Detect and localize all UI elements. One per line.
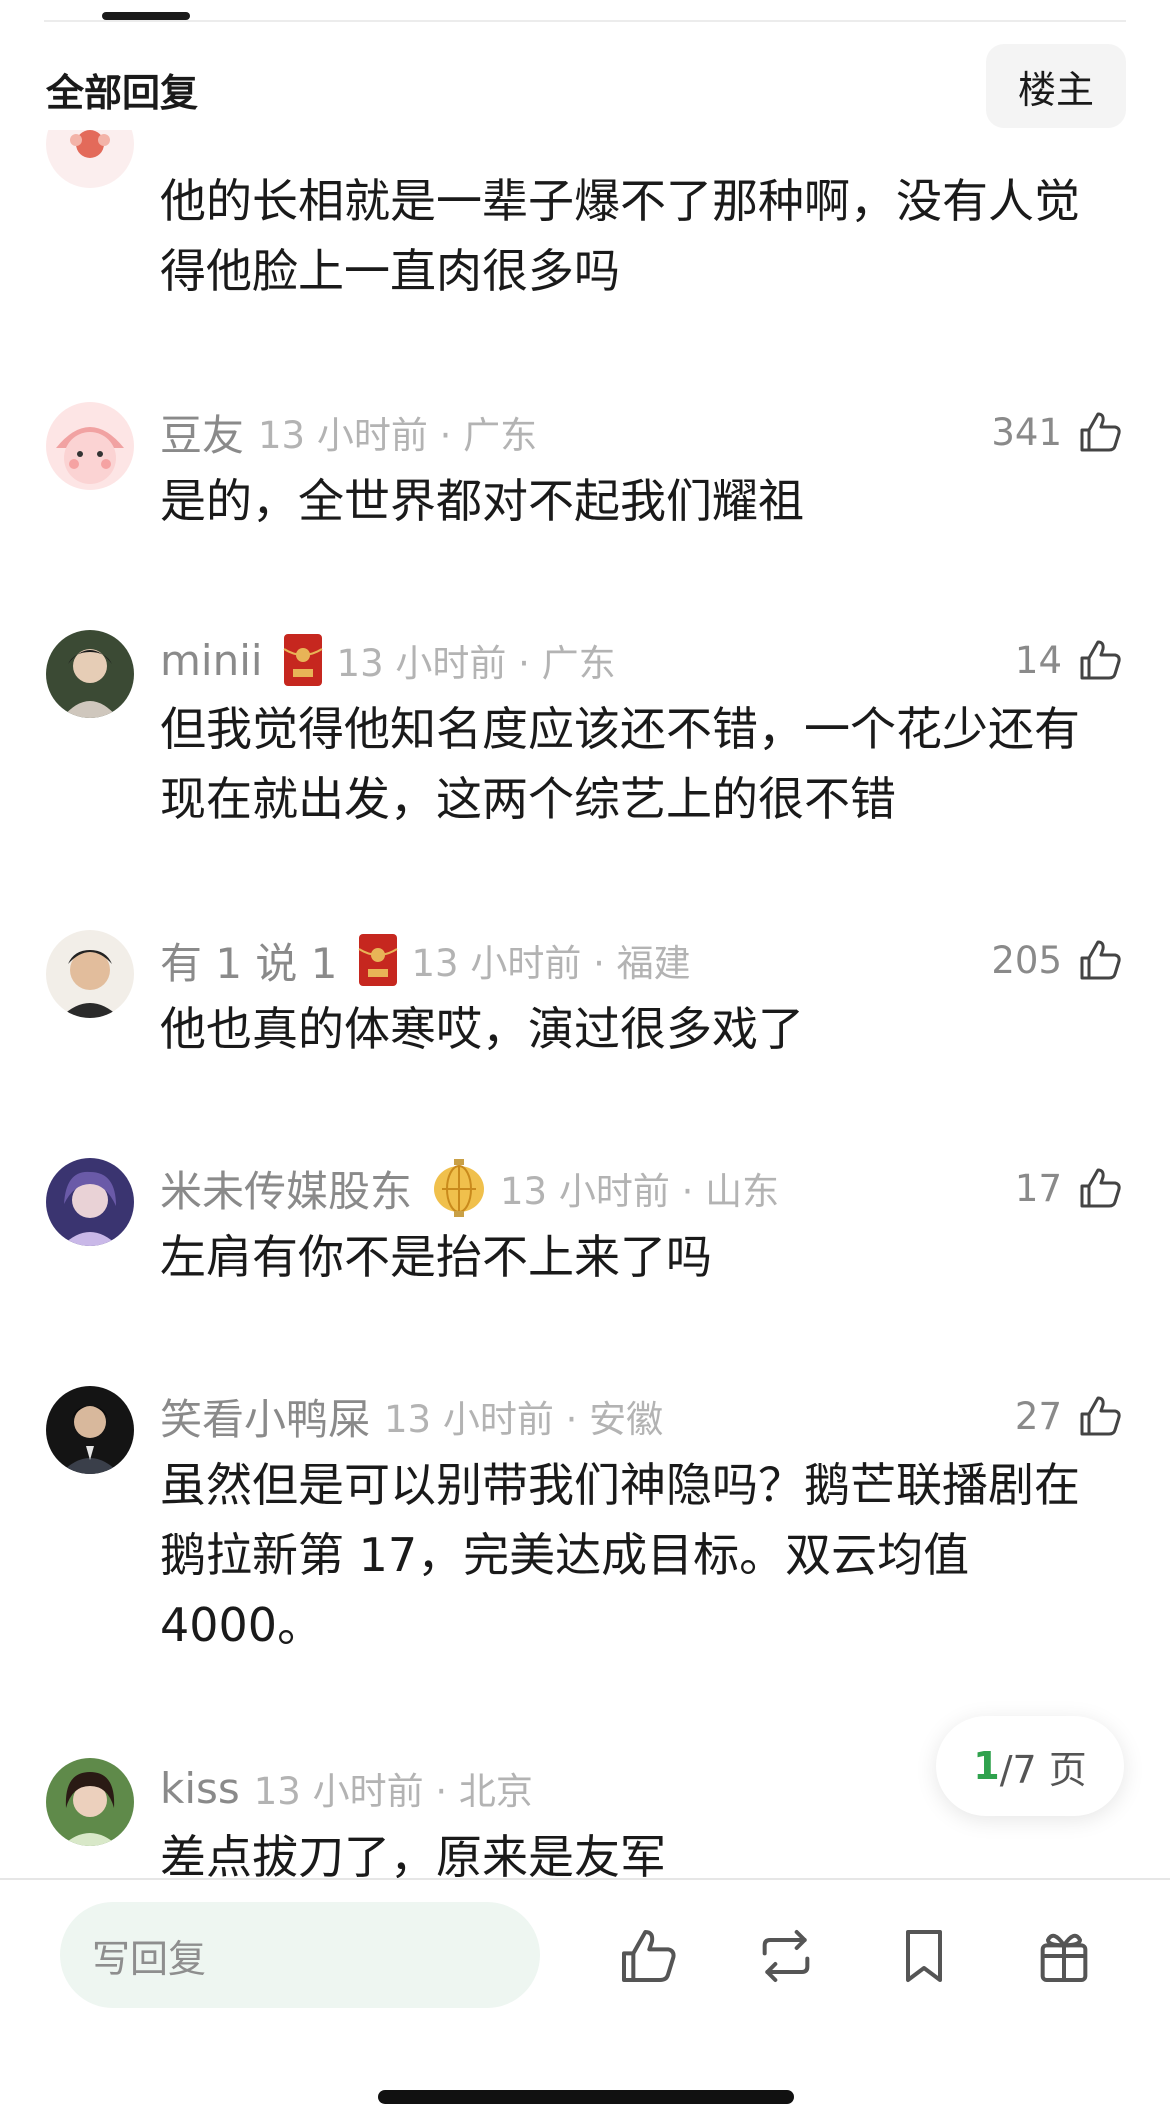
username[interactable]: 有 1 说 1 [160,930,338,991]
comment-feed[interactable]: 他的长相就是一辈子爆不了那种啊，没有人觉得他脸上一直肉很多吗 豆友 13 小时前… [0,130,1170,1878]
comment-text: 差点拔刀了，原来是友军 [160,1830,666,1878]
like-control[interactable]: 14 [1015,630,1124,690]
bookmark-button[interactable] [888,1920,960,1992]
tab-indicator [102,12,190,20]
gift-button[interactable] [1028,1920,1100,1992]
like-count: 341 [991,410,1062,454]
timestamp-location: 13 小时前 · 福建 [411,942,691,985]
comment-meta: 米未传媒股东 13 小时前 · 山东 [160,1158,779,1218]
reply-input[interactable]: 写回复 [60,1902,540,2008]
like-control[interactable]: 27 [1015,1386,1124,1446]
current-page: 1 [973,1744,1000,1788]
avatar[interactable] [46,130,134,188]
red-envelope-badge-icon [283,633,323,687]
comment-text: 他的长相就是一辈子爆不了那种啊，没有人觉得他脸上一直肉很多吗 [160,174,1080,298]
timestamp-location: 13 小时前 · 安徽 [384,1398,664,1441]
thumbs-up-icon[interactable] [1076,408,1124,456]
username[interactable]: 米未传媒股东 [160,1158,412,1219]
avatar[interactable] [46,1386,134,1474]
op-only-button[interactable]: 楼主 [986,44,1126,128]
thumbs-up-icon[interactable] [1076,1392,1124,1440]
red-envelope-badge-icon [357,933,398,987]
like-count: 27 [1014,1394,1062,1438]
thumbs-up-icon[interactable] [1076,1164,1124,1212]
timestamp-location: 13 小时前 · 广东 [258,414,538,457]
thumbs-up-icon[interactable] [1076,636,1124,684]
avatar[interactable] [46,402,134,490]
comment-meta: 有 1 说 1 13 小时前 · 福建 [160,930,691,990]
thumbs-up-icon[interactable] [1076,936,1124,984]
avatar[interactable] [46,630,134,718]
avatar[interactable] [46,1758,134,1846]
section-title: 全部回复 [46,71,199,115]
comment-meta: kiss 13 小时前 · 北京 [160,1758,533,1818]
like-control[interactable]: 17 [1015,1158,1124,1218]
avatar[interactable] [46,930,134,1018]
avatar[interactable] [46,1158,134,1246]
like-count: 17 [1014,1166,1062,1210]
username[interactable]: 笑看小鸭屎 [160,1386,370,1447]
timestamp-location: 13 小时前 · 山东 [500,1170,780,1213]
lantern-badge-icon [432,1159,486,1217]
repost-icon [762,1930,810,1982]
username[interactable]: 豆友 [160,402,244,463]
comment-meta: 豆友 13 小时前 · 广东 [160,402,537,462]
comment-text: 虽然但是可以别带我们神隐吗？鹅芒联播剧在鹅拉新第 17，完美达成目标。双云均值 … [160,1458,1080,1652]
gift-icon [1040,1933,1088,1982]
page-indicator[interactable]: 1/7 页 [936,1716,1124,1816]
comment-meta: 笑看小鸭屎 13 小时前 · 安徽 [160,1386,663,1446]
home-indicator [378,2090,794,2104]
comment-text: 左肩有你不是抬不上来了吗 [160,1230,712,1284]
comment-text: 他也真的体寒哎，演过很多戏了 [160,1002,804,1056]
timestamp-location: 13 小时前 · 北京 [253,1770,533,1813]
total-pages: /7 页 [999,1747,1087,1792]
comment-meta: minii 13 小时前 · 广东 [160,630,616,690]
username[interactable]: minii [160,636,263,685]
repost-button[interactable] [750,1920,822,1992]
like-control[interactable]: 341 [991,402,1124,462]
like-count: 205 [991,938,1062,982]
comment-text: 是的，全世界都对不起我们耀祖 [160,474,804,528]
timestamp-location: 13 小时前 · 广东 [336,642,616,685]
bottom-action-bar: 写回复 [0,1878,1170,2127]
comment-text: 但我觉得他知名度应该还不错，一个花少还有现在就出发，这两个综艺上的很不错 [160,702,1080,826]
like-button[interactable] [612,1920,684,1992]
like-control[interactable]: 205 [991,930,1124,990]
username[interactable]: kiss [160,1764,240,1813]
top-divider [44,20,1126,22]
bookmark-icon [906,1930,942,1982]
like-count: 14 [1014,638,1062,682]
thumbs-up-icon [622,1930,676,1982]
